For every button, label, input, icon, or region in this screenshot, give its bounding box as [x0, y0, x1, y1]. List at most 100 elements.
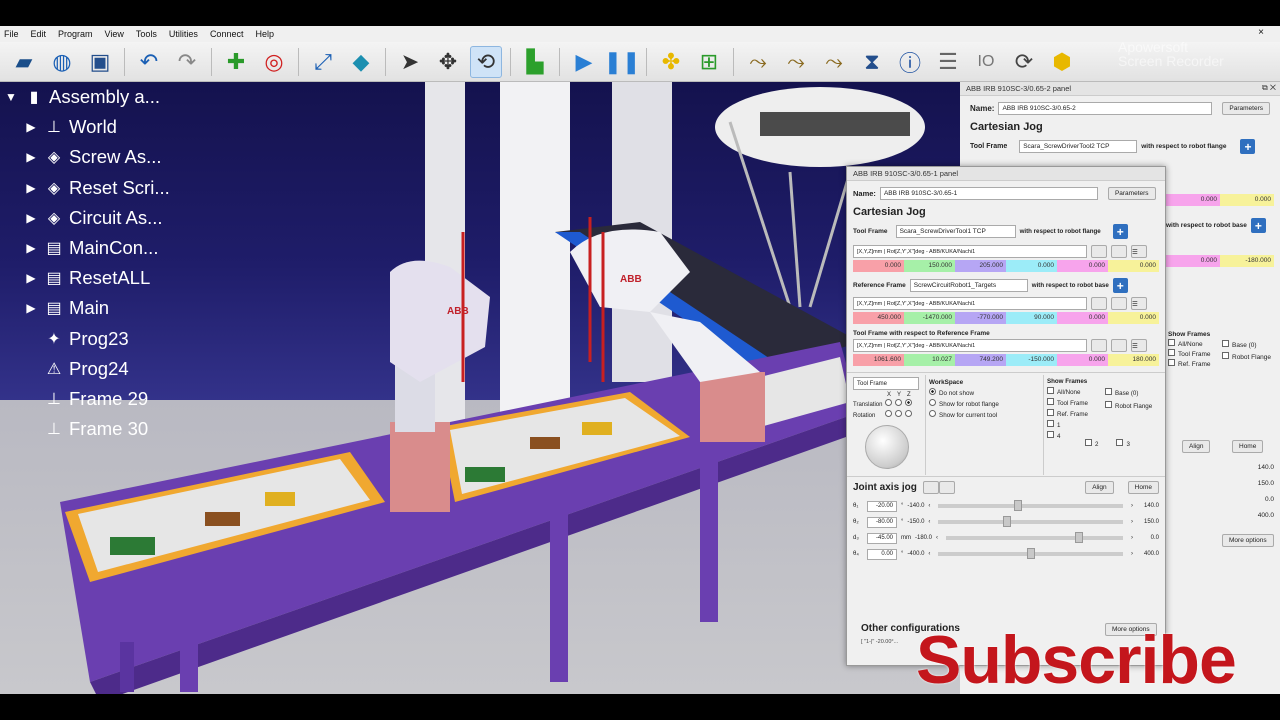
- ref-frame-checkbox[interactable]: Ref. Frame: [1168, 359, 1211, 369]
- tree-item[interactable]: ⊥ Frame 29: [0, 384, 240, 414]
- tool-frame-checkbox[interactable]: Tool Frame: [1168, 349, 1211, 359]
- close-icon[interactable]: ×: [1258, 27, 1264, 38]
- globe-icon[interactable]: ◍: [46, 46, 78, 78]
- open-icon[interactable]: ▰: [8, 46, 40, 78]
- io-icon[interactable]: IO: [970, 46, 1002, 78]
- tree-item[interactable]: ⊥ Frame 30: [0, 414, 240, 444]
- joint-slider[interactable]: [938, 548, 1123, 559]
- chevron-left-icon[interactable]: ‹: [928, 519, 930, 525]
- tree-item[interactable]: ✦ Prog23: [0, 324, 240, 354]
- menu-edit[interactable]: Edit: [31, 29, 47, 39]
- robot-icon[interactable]: ▙: [519, 46, 551, 78]
- close-icon[interactable]: ⧉ ✕: [1262, 83, 1276, 93]
- slider-handle[interactable]: [1074, 532, 1083, 543]
- package-icon[interactable]: ⬢: [1046, 46, 1078, 78]
- format-select[interactable]: [X,Y,Z]mm | Rot[Z,Y',X'']deg - ABB/KUKA/…: [853, 339, 1087, 352]
- more-options-button[interactable]: More options: [1222, 534, 1274, 547]
- radio-y[interactable]: [895, 399, 902, 406]
- ws-do-not-show[interactable]: Do not show: [929, 388, 999, 399]
- python-icon[interactable]: ✤: [655, 46, 687, 78]
- ws-robot-flange[interactable]: Show for robot flange: [929, 399, 999, 410]
- tree-item[interactable]: ▶ ⊥ World: [0, 112, 240, 142]
- radio-x[interactable]: [885, 399, 892, 406]
- joint-value-field[interactable]: 0.00: [867, 548, 897, 560]
- name-field[interactable]: ABB IRB 910SC-3/0.65-2: [998, 102, 1213, 115]
- value-rz[interactable]: 90.000: [1006, 312, 1057, 324]
- redo-icon[interactable]: ↷: [171, 46, 203, 78]
- tree-item[interactable]: ▼ ▮ Assembly a...: [0, 82, 240, 112]
- chevron-left-icon[interactable]: ‹: [936, 535, 938, 541]
- value-rx[interactable]: 0.000: [1108, 260, 1159, 272]
- all-none-checkbox[interactable]: All/None: [1047, 387, 1088, 398]
- list-icon[interactable]: ☰: [932, 46, 964, 78]
- tree-item[interactable]: ▶ ◈ Reset Scri...: [0, 173, 240, 203]
- pause-icon[interactable]: ❚❚: [604, 46, 641, 78]
- play-icon[interactable]: ▶: [568, 46, 600, 78]
- tool-frame-checkbox[interactable]: Tool Frame: [1047, 398, 1088, 409]
- add-program-icon[interactable]: ⊞: [693, 46, 725, 78]
- jog-knob[interactable]: [865, 425, 909, 469]
- copy-icon[interactable]: [1091, 339, 1107, 352]
- slider-handle[interactable]: [1002, 516, 1011, 527]
- expand-right-icon[interactable]: ▶: [24, 241, 38, 255]
- undo-icon[interactable]: ↶: [133, 46, 165, 78]
- radio-z[interactable]: [905, 399, 912, 406]
- joint-value-field[interactable]: -80.00: [867, 516, 897, 528]
- target-icon[interactable]: ◎: [258, 46, 290, 78]
- value-rx[interactable]: 0.000: [1108, 312, 1159, 324]
- parameters-button[interactable]: Parameters: [1107, 187, 1156, 200]
- copy-icon[interactable]: [1091, 297, 1107, 310]
- menu-help[interactable]: Help: [255, 29, 274, 39]
- joint-slider[interactable]: [938, 500, 1123, 511]
- slider-handle[interactable]: [1026, 548, 1035, 559]
- chevron-right-icon[interactable]: ›: [1131, 535, 1133, 541]
- chevron-left-icon[interactable]: ‹: [928, 551, 930, 557]
- jog-frame-select[interactable]: Tool Frame: [853, 377, 919, 390]
- name-field[interactable]: ABB IRB 910SC-3/0.65-1: [879, 187, 1098, 200]
- add-frame-icon[interactable]: ✚: [220, 46, 252, 78]
- value-x[interactable]: 450.000: [853, 312, 904, 324]
- chevron-left-icon[interactable]: ‹: [928, 503, 930, 509]
- sync-icon[interactable]: ⟳: [1008, 46, 1040, 78]
- menu-utilities[interactable]: Utilities: [169, 29, 198, 39]
- value-z[interactable]: 205.000: [955, 260, 1006, 272]
- info-icon[interactable]: ⓘ: [894, 46, 926, 78]
- radio-ry[interactable]: [895, 410, 902, 417]
- joint-slider[interactable]: [946, 532, 1123, 543]
- align-button[interactable]: Align: [1085, 481, 1114, 494]
- paste-icon[interactable]: [938, 481, 955, 494]
- fit-view-icon[interactable]: ⤢: [307, 46, 339, 78]
- format-select[interactable]: [X,Y,Z]mm | Rot[Z,Y',X'']deg - ABB/KUKA/…: [853, 297, 1087, 310]
- tree-item[interactable]: ▶ ◈ Circuit As...: [0, 203, 240, 233]
- rotate-pointer-icon[interactable]: ⟲: [470, 45, 502, 78]
- menu-view[interactable]: View: [105, 29, 124, 39]
- expand-right-icon[interactable]: ▶: [24, 211, 38, 225]
- base-checkbox[interactable]: Base (0): [1222, 340, 1271, 352]
- paste-icon[interactable]: [1111, 339, 1127, 352]
- tree-item[interactable]: ⚠ Prog24: [0, 354, 240, 384]
- joint-value-field[interactable]: -45.00: [867, 532, 897, 544]
- save-icon[interactable]: ▣: [84, 46, 116, 78]
- joint-slider[interactable]: [938, 516, 1123, 527]
- value-ry[interactable]: 0.000: [1057, 312, 1108, 324]
- ref-frame-select[interactable]: ScrewCircuitRobot1_Targets: [909, 279, 1028, 292]
- ws-current-tool[interactable]: Show for current tool: [929, 410, 999, 421]
- value-y[interactable]: -1470.000: [904, 312, 955, 324]
- hourglass-icon[interactable]: ⧗: [856, 46, 888, 78]
- expand-right-icon[interactable]: ▶: [24, 301, 38, 315]
- value-x[interactable]: 0.000: [853, 260, 904, 272]
- value-z[interactable]: -770.000: [955, 312, 1006, 324]
- all-none-checkbox[interactable]: All/None: [1168, 339, 1211, 349]
- copy-icon[interactable]: [922, 481, 939, 494]
- expand-right-icon[interactable]: ▶: [24, 120, 38, 134]
- align-button[interactable]: Align: [1182, 440, 1211, 453]
- parameters-button[interactable]: Parameters: [1222, 102, 1270, 115]
- value-y[interactable]: 150.000: [904, 260, 955, 272]
- expand-right-icon[interactable]: ▶: [24, 181, 38, 195]
- expand-right-icon[interactable]: ▶: [24, 150, 38, 164]
- format-select[interactable]: [X,Y,Z]mm | Rot[Z,Y',X'']deg - ABB/KUKA/…: [853, 245, 1087, 258]
- home-button[interactable]: Home: [1127, 481, 1159, 494]
- paste-icon[interactable]: [1111, 245, 1127, 258]
- cube-icon[interactable]: ◆: [345, 46, 377, 78]
- menu-icon[interactable]: ☰: [1131, 297, 1147, 310]
